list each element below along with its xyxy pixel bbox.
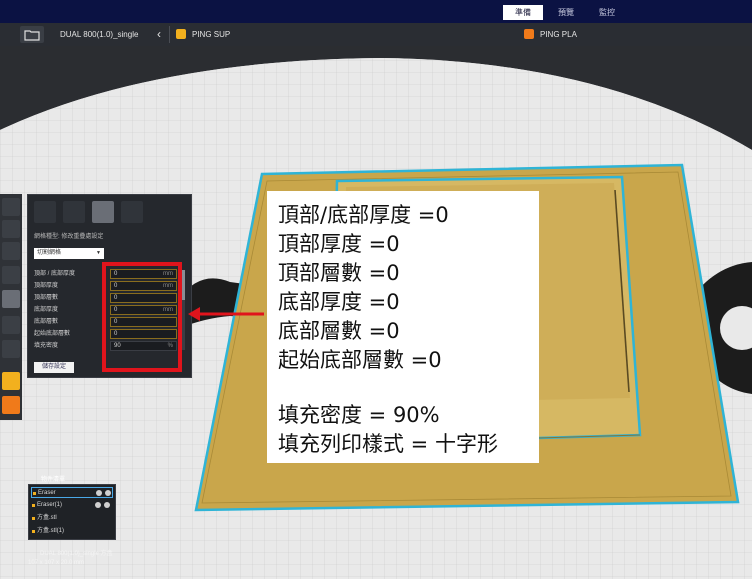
setting-label: 填充密度 — [34, 343, 59, 349]
mesh-type-dropdown[interactable]: 切割網格 ▼ — [34, 248, 104, 259]
scrollbar-thumb[interactable] — [182, 270, 185, 300]
annotation-line: 頂部層數 =0 — [278, 261, 400, 285]
support-mesh-icon[interactable] — [63, 201, 85, 223]
job-name: DUAL 800(1.0)_single 方盒 — [40, 551, 113, 557]
dropdown-value: 切割網格 — [37, 250, 62, 256]
extruder-dot-icon — [33, 492, 36, 495]
tab-preview[interactable]: 預覽 — [548, 5, 584, 20]
setting-label: 頂部厚度 — [34, 283, 59, 289]
object-name: Eraser — [38, 490, 56, 496]
move-tool-icon[interactable] — [2, 198, 20, 216]
mesh-type-label: 網格種型: 修改重疊處設定 — [34, 234, 104, 240]
visibility-icon[interactable] — [96, 490, 102, 496]
annotation-line: 填充密度 = 90% — [278, 403, 440, 427]
folder-icon — [24, 30, 40, 41]
settings-icon[interactable] — [104, 502, 110, 508]
annotation-line: 底部厚度 =0 — [278, 290, 400, 314]
highlight-box — [102, 262, 182, 372]
extruder-dot-icon — [32, 530, 35, 533]
top-navigation-bar: 準備 預覽 監控 — [0, 0, 752, 23]
tab-prepare[interactable]: 準備 — [503, 5, 543, 20]
object-list-item[interactable]: Eraser — [31, 487, 113, 498]
annotation-arrow-icon — [188, 307, 264, 321]
object-name: 方盒.stl(1) — [37, 528, 65, 534]
modify-overlap-icon[interactable] — [92, 201, 114, 223]
setting-label: 頂部層數 — [34, 295, 59, 301]
scale-tool-icon[interactable] — [2, 220, 20, 238]
object-list: Eraser Eraser(1) 方盒.stl 方盒.stl(1) — [28, 484, 116, 540]
print-extruder-icon[interactable] — [524, 29, 534, 39]
save-settings-button[interactable]: 儲存設定 — [34, 362, 74, 373]
printer-toolbar: DUAL 800(1.0)_single ‹ PING SUP PING PLA — [0, 23, 752, 47]
normal-model-icon[interactable] — [34, 201, 56, 223]
open-folder-button[interactable] — [20, 26, 44, 43]
annotation-line: 起始底部層數 =0 — [278, 348, 442, 372]
settings-annotation-box: 頂部/底部厚度 =0 頂部厚度 =0 頂部層數 =0 底部厚度 =0 底部層數 … — [267, 191, 539, 463]
annotation-line: 頂部/底部厚度 =0 — [278, 203, 449, 227]
settings-scrollbar[interactable] — [182, 270, 185, 350]
collapse-chevron-icon[interactable]: ‹ — [157, 23, 161, 46]
extruder-dot-icon — [32, 517, 35, 520]
support-extruder-icon[interactable] — [176, 29, 186, 39]
per-model-settings-icon[interactable] — [2, 290, 20, 308]
tab-monitor[interactable]: 監控 — [590, 5, 624, 20]
extruder-2-icon[interactable] — [2, 396, 20, 414]
support-material-label[interactable]: PING SUP — [192, 23, 230, 46]
chevron-down-icon: ▼ — [96, 250, 101, 256]
toolbar-divider — [169, 26, 170, 43]
annotation-line: 頂部厚度 =0 — [278, 232, 400, 256]
setting-label: 底部層數 — [34, 319, 59, 325]
printer-name[interactable]: DUAL 800(1.0)_single — [60, 23, 138, 46]
mirror-tool-icon[interactable] — [2, 266, 20, 284]
setting-label: 頂部 / 底部厚度 — [34, 271, 76, 277]
cup-tool-icon[interactable] — [2, 340, 20, 358]
extruder-1-icon[interactable] — [2, 372, 20, 390]
rotate-tool-icon[interactable] — [2, 242, 20, 260]
settings-icon[interactable] — [105, 490, 111, 496]
support-blocker-icon[interactable] — [2, 316, 20, 334]
extruder-dot-icon — [32, 504, 35, 507]
left-tool-bar — [0, 194, 22, 420]
object-list-item[interactable]: 方盒.stl(1) — [31, 526, 113, 537]
annotation-line: 底部層數 =0 — [278, 319, 400, 343]
object-list-title[interactable]: 物件清單 — [41, 474, 65, 483]
object-list-item[interactable]: Eraser(1) — [31, 500, 113, 511]
object-name: Eraser(1) — [37, 502, 63, 508]
object-list-item[interactable]: 方盒.stl — [31, 513, 113, 524]
print-material-label[interactable]: PING PLA — [540, 23, 577, 46]
model-dimensions: 107 x 107 x 20.0 mm — [28, 560, 85, 566]
no-support-icon[interactable] — [121, 201, 143, 223]
visibility-icon[interactable] — [95, 502, 101, 508]
annotation-line: 填充列印樣式 = 十字形 — [278, 432, 498, 456]
setting-label: 起始底部層數 — [34, 331, 71, 337]
setting-label: 底部厚度 — [34, 307, 59, 313]
object-name: 方盒.stl — [37, 515, 57, 521]
